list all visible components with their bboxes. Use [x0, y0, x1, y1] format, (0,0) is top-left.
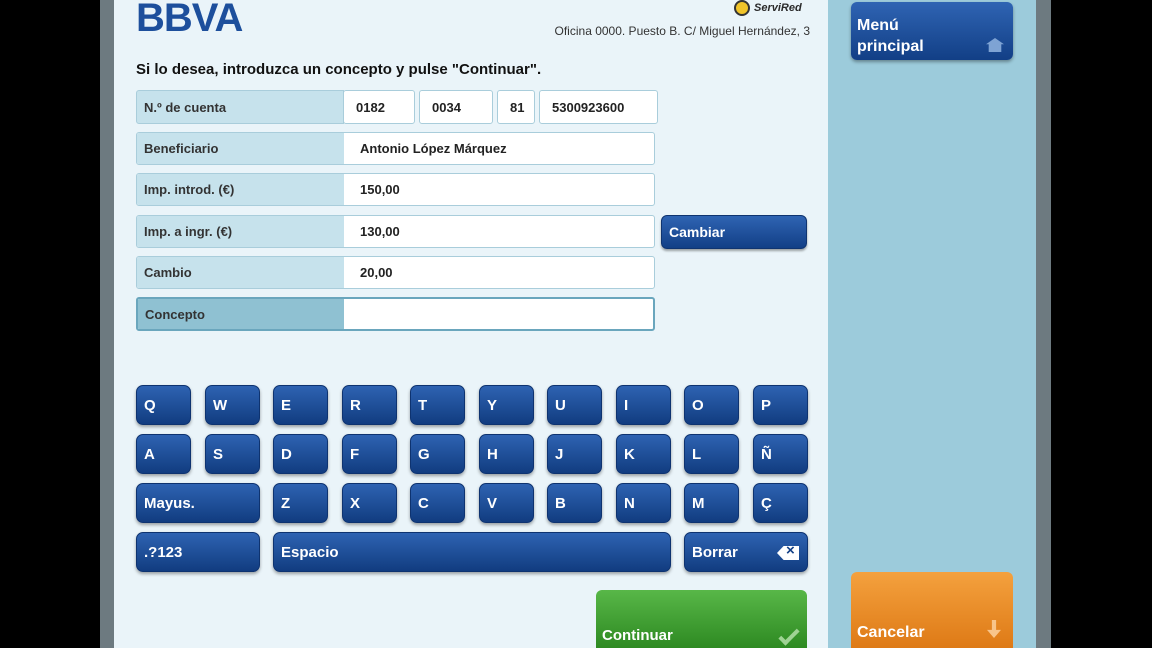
- key-k[interactable]: K: [616, 434, 671, 474]
- account-label: N.º de cuenta: [136, 90, 344, 124]
- account-dc: 81: [497, 90, 535, 124]
- key-numbers[interactable]: .?123: [136, 532, 260, 572]
- key-backspace[interactable]: Borrar: [684, 532, 808, 572]
- continue-label: Continuar: [602, 627, 673, 644]
- key-j[interactable]: J: [547, 434, 602, 474]
- change-label: Cambio: [137, 257, 344, 288]
- key-e[interactable]: E: [273, 385, 328, 425]
- key-shift[interactable]: Mayus.: [136, 483, 260, 523]
- main-menu-button[interactable]: Menú principal: [851, 2, 1013, 60]
- key-l[interactable]: L: [684, 434, 739, 474]
- key-u[interactable]: U: [547, 385, 602, 425]
- key-p[interactable]: P: [753, 385, 808, 425]
- bbva-logo: BBVA: [136, 0, 243, 40]
- key-r[interactable]: R: [342, 385, 397, 425]
- amount-deposit-value: 130,00: [360, 224, 400, 239]
- concept-input[interactable]: [344, 299, 653, 329]
- left-frame: [100, 0, 114, 648]
- key-b[interactable]: B: [547, 483, 602, 523]
- check-icon: [778, 624, 800, 646]
- key-n[interactable]: N: [616, 483, 671, 523]
- key-z[interactable]: Z: [273, 483, 328, 523]
- key-m[interactable]: M: [684, 483, 739, 523]
- beneficiary-row: Beneficiario Antonio López Márquez: [136, 132, 655, 165]
- key-i[interactable]: I: [616, 385, 671, 425]
- main-panel: BBVA ServiRed Oficina 0000. Puesto B. C/…: [114, 0, 828, 648]
- key-x[interactable]: X: [342, 483, 397, 523]
- key-d[interactable]: D: [273, 434, 328, 474]
- amount-deposit-label: Imp. a ingr. (€): [137, 216, 344, 247]
- amount-entered-label: Imp. introd. (€): [137, 174, 344, 205]
- concept-label: Concepto: [138, 299, 344, 329]
- change-button[interactable]: Cambiar: [661, 215, 807, 249]
- account-office: 0034: [419, 90, 493, 124]
- servired-logo: ServiRed: [734, 0, 802, 16]
- office-address: Oficina 0000. Puesto B. C/ Miguel Hernán…: [554, 24, 810, 38]
- key-q[interactable]: Q: [136, 385, 191, 425]
- change-row: Cambio 20,00: [136, 256, 655, 289]
- key-f[interactable]: F: [342, 434, 397, 474]
- account-entity: 0182: [343, 90, 415, 124]
- down-arrow-icon: [987, 620, 1001, 638]
- change-value: 20,00: [360, 265, 393, 280]
- amount-entered-value: 150,00: [360, 182, 400, 197]
- amount-entered-row: Imp. introd. (€) 150,00: [136, 173, 655, 206]
- right-frame: [1036, 0, 1051, 648]
- key-g[interactable]: G: [410, 434, 465, 474]
- key-h[interactable]: H: [479, 434, 534, 474]
- account-number: 5300923600: [539, 90, 658, 124]
- cancel-label: Cancelar: [857, 624, 925, 641]
- key-c-cedilla[interactable]: Ç: [753, 483, 808, 523]
- key-a[interactable]: A: [136, 434, 191, 474]
- instruction-text: Si lo desea, introduzca un concepto y pu…: [136, 61, 542, 78]
- key-t[interactable]: T: [410, 385, 465, 425]
- main-menu-label-line1: Menú: [857, 17, 899, 34]
- continue-button[interactable]: Continuar: [596, 590, 807, 648]
- key-enye[interactable]: Ñ: [753, 434, 808, 474]
- amount-deposit-row: Imp. a ingr. (€) 130,00: [136, 215, 655, 248]
- account-row: N.º de cuenta 0182 0034 81 5300923600: [136, 90, 658, 124]
- beneficiary-label: Beneficiario: [137, 133, 344, 164]
- key-w[interactable]: W: [205, 385, 260, 425]
- backspace-icon: [777, 546, 799, 560]
- sidebar: Menú principal Cancelar: [828, 0, 1036, 648]
- key-v[interactable]: V: [479, 483, 534, 523]
- cancel-button[interactable]: Cancelar: [851, 572, 1013, 648]
- servired-icon: [734, 0, 750, 16]
- key-s[interactable]: S: [205, 434, 260, 474]
- key-y[interactable]: Y: [479, 385, 534, 425]
- key-o[interactable]: O: [684, 385, 739, 425]
- concept-row[interactable]: Concepto: [136, 297, 655, 331]
- backspace-label: Borrar: [692, 543, 738, 561]
- key-space[interactable]: Espacio: [273, 532, 671, 572]
- servired-text: ServiRed: [754, 2, 802, 14]
- beneficiary-value: Antonio López Márquez: [360, 141, 507, 156]
- key-c[interactable]: C: [410, 483, 465, 523]
